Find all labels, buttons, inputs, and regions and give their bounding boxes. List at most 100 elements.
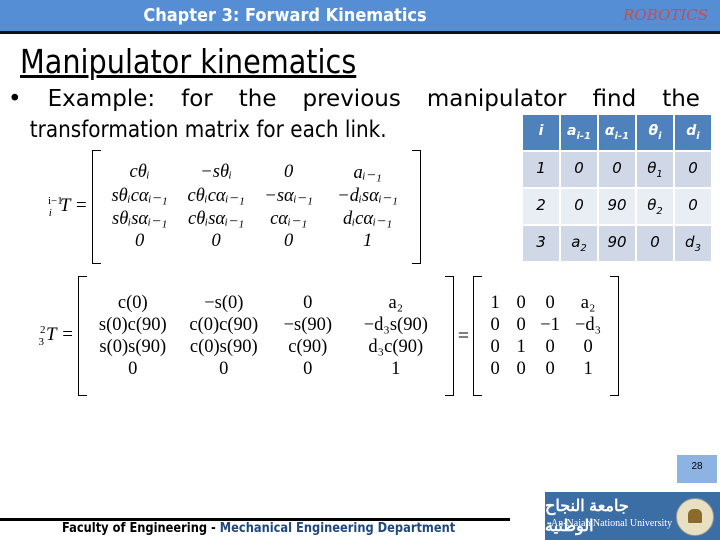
matrix-entry: 0 xyxy=(516,314,526,335)
cell-subscript: 2 xyxy=(656,206,663,217)
general-matrix: cθᵢ −sθᵢ 0 aᵢ₋₁ sθᵢcαᵢ₋₁ cθᵢcαᵢ₋₁ −sαᵢ₋₁ −dᵢsαᵢ… xyxy=(101,162,412,252)
cell-value: 90 xyxy=(607,233,627,251)
slide-header: Chapter 3: Forward Kinematics ROBOTICS xyxy=(0,0,720,34)
dh-cell: 0 xyxy=(675,152,711,187)
dh-header-cell: i xyxy=(523,115,559,150)
faculty-label: Faculty of Engineering - xyxy=(62,521,220,536)
robotics-brand: ROBOTICS xyxy=(623,6,708,24)
matrix-entry: sθᵢsαᵢ₋₁ xyxy=(112,209,168,229)
header-subscript: i xyxy=(658,130,662,142)
page-number: 28 xyxy=(677,455,717,483)
matrix-entry: d₃c(90) xyxy=(368,336,424,357)
cell-value: 1 xyxy=(536,159,546,177)
matrix-entry: −s(0) xyxy=(204,292,244,313)
dh-cell: 2 xyxy=(523,189,559,224)
dh-cell: a2 xyxy=(561,226,597,261)
matrix-entry: 0 xyxy=(219,358,229,379)
dh-row: 2 0 90 θ2 0 xyxy=(523,189,711,224)
left-bracket xyxy=(91,150,101,264)
cell-value: 0 xyxy=(612,159,622,177)
cell-value: 90 xyxy=(607,196,627,214)
matrix-entry: a₂ xyxy=(388,292,404,313)
matrix-entry: 0 xyxy=(490,358,500,379)
right-bracket xyxy=(610,276,620,396)
link3-transform-equation: 23 T = c(0) −s(0) 0 a₂ s(0)c(90) c(0)c(90) −s(9… xyxy=(38,276,620,396)
dh-parameter-table: i ai-1 αi-1 θi di 1 0 0 θ1 0 2 0 90 θ2 0 3 a2 90 0 d3 xyxy=(521,113,713,263)
cell-value: d xyxy=(685,233,695,251)
matrix-entry: 0 xyxy=(545,292,555,313)
cell-value: 3 xyxy=(536,233,546,251)
matrix-entry: 1 xyxy=(490,292,500,313)
matrix-entry: 0 xyxy=(583,336,593,357)
matrix-entry: −s(90) xyxy=(283,314,333,335)
link3-result-matrix: 1 0 0 a₂ 0 0 −1 −d₃ 0 1 0 0 0 0 0 1 xyxy=(482,293,610,380)
matrix-entry: sθᵢcαᵢ₋₁ xyxy=(111,186,168,206)
logo-arabic-text: جامعة النجاح الوطنية xyxy=(545,498,629,535)
matrix-entry: −1 xyxy=(540,314,560,335)
matrix-entry: 1 xyxy=(583,358,593,379)
matrix-entry: 1 xyxy=(391,358,401,379)
matrix-entry: 0 xyxy=(303,292,313,313)
dh-cell: θ1 xyxy=(637,152,673,187)
header-subscript: i xyxy=(696,130,700,142)
matrix-entry: c(0) xyxy=(117,292,148,313)
matrix-entry: −dᵢsαᵢ₋₁ xyxy=(337,186,398,206)
matrix-entry: −sθᵢ xyxy=(200,162,232,182)
bullet-line-1: • Example: for the previous manipulator find th… xyxy=(8,84,700,115)
cell-value: 0 xyxy=(574,196,584,214)
dh-cell: 3 xyxy=(523,226,559,261)
slide-title: Manipulator kinematics xyxy=(20,42,357,81)
cell-subscript: 3 xyxy=(694,243,701,254)
dh-cell: 0 xyxy=(599,152,635,187)
dh-cell: 0 xyxy=(675,189,711,224)
matrix-entry: s(0)c(90) xyxy=(98,314,167,335)
dh-row: 3 a2 90 0 d3 xyxy=(523,226,711,261)
matrix-entry: −sαᵢ₋₁ xyxy=(264,186,313,206)
right-bracket xyxy=(411,150,421,264)
matrix-entry: 0 xyxy=(490,314,500,335)
general-transform-equation: i−1i T = cθᵢ −sθᵢ 0 aᵢ₋₁ sθᵢcαᵢ₋₁ cθᵢcαᵢ₋₁ −sαᵢ… xyxy=(48,150,421,264)
matrix-entry: 0 xyxy=(128,358,138,379)
header-subscript: i-1 xyxy=(576,130,591,142)
dh-row: 1 0 0 θ1 0 xyxy=(523,152,711,187)
matrix-entry: c(0)c(90) xyxy=(189,314,259,335)
dh-cell: 90 xyxy=(599,226,635,261)
bullet-word: for xyxy=(181,86,213,112)
matrix-entry: cθᵢsαᵢ₋₁ xyxy=(187,209,245,229)
matrix-entry: 1 xyxy=(516,336,526,357)
dh-header-cell: di xyxy=(675,115,711,150)
matrix-entry: −d₃ xyxy=(575,314,602,335)
bullet-word: the xyxy=(238,86,277,112)
dh-header-cell: ai-1 xyxy=(561,115,597,150)
dh-cell: 0 xyxy=(637,226,673,261)
header-symbol: α xyxy=(604,123,615,140)
header-symbol: i xyxy=(538,123,544,140)
header-subscript: i-1 xyxy=(614,130,630,142)
cell-subscript: 1 xyxy=(656,169,663,180)
cell-value: 0 xyxy=(574,159,584,177)
matrix-entry: 0 xyxy=(490,336,500,357)
right-bracket xyxy=(444,276,454,396)
header-symbol: θ xyxy=(648,123,659,140)
link3-lhs: 23 T = xyxy=(38,323,74,349)
general-lhs: i−1i T = xyxy=(48,194,88,220)
bullet-marker: • xyxy=(8,86,22,112)
matrix-entry: 0 xyxy=(284,231,294,251)
link3-symbolic-matrix: c(0) −s(0) 0 a₂ s(0)c(90) c(0)c(90) −s(90) −d₃s… xyxy=(87,293,445,380)
matrix-entry: 0 xyxy=(545,358,555,379)
footer-text: Faculty of Engineering - Mechanical Engi… xyxy=(62,521,455,536)
dh-header-cell: θi xyxy=(637,115,673,150)
cell-value: 0 xyxy=(688,196,698,214)
dh-header-row: i ai-1 αi-1 θi di xyxy=(523,115,711,150)
equals-sign: = xyxy=(457,324,470,347)
cell-value: 0 xyxy=(650,233,660,251)
matrix-entry: 1 xyxy=(363,231,373,251)
bullet-word: previous xyxy=(302,86,401,112)
matrix-entry: 0 xyxy=(516,292,526,313)
dh-header-cell: αi-1 xyxy=(599,115,635,150)
dh-cell: 90 xyxy=(599,189,635,224)
left-bracket xyxy=(473,276,483,396)
header-symbol: d xyxy=(686,123,697,140)
matrix-entry: 0 xyxy=(135,231,145,251)
matrix-entry: −d₃s(90) xyxy=(363,314,428,335)
